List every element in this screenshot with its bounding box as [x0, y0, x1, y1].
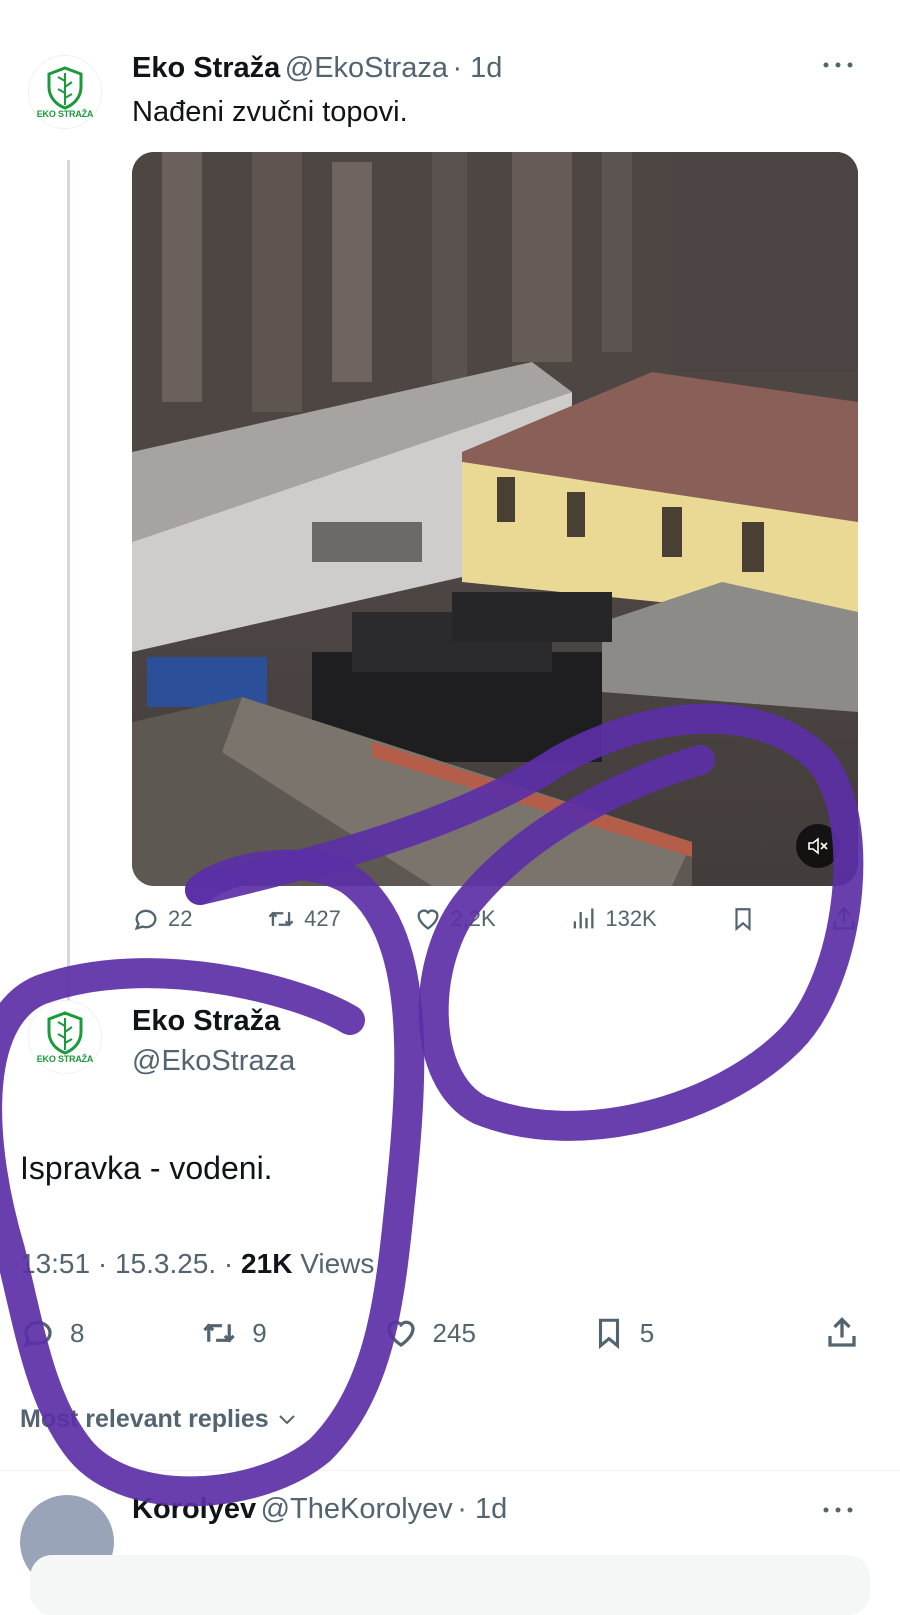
- views-count: 21K: [241, 1248, 293, 1279]
- tweet-timestamp[interactable]: 13:51 · 15.3.25. ·: [20, 1248, 241, 1279]
- reply-icon: [23, 1320, 52, 1348]
- reply-author-name[interactable]: Eko Straža: [132, 1005, 280, 1038]
- avatar[interactable]: EKO STRAŽA: [28, 55, 102, 129]
- logo-text: EKO STRAŽA: [36, 1054, 94, 1064]
- author-name[interactable]: Eko Straža: [132, 52, 280, 84]
- reply-tweet-actions: 8 9 245 5: [20, 1315, 860, 1351]
- heart-icon: [417, 909, 439, 930]
- replies-sort-dropdown[interactable]: Most relevant replies: [20, 1405, 297, 1434]
- bookmark-icon: [598, 1318, 619, 1350]
- reply-count: 8: [70, 1317, 85, 1348]
- video-player[interactable]: [132, 152, 858, 886]
- retweet-icon: [203, 1323, 236, 1343]
- chevron-down-icon: [279, 1414, 295, 1424]
- shield-logo-icon: [47, 66, 83, 110]
- share-icon: [833, 906, 855, 930]
- tweet-header: Eko Straža @EkoStraza · 1d: [132, 52, 502, 85]
- more-dots-icon[interactable]: [822, 58, 854, 77]
- reply-compose-box[interactable]: [30, 1555, 870, 1615]
- bookmark-icon: [735, 908, 751, 932]
- retweet-count: 427: [304, 906, 341, 931]
- reply-author-handle[interactable]: @EkoStraza: [132, 1045, 295, 1078]
- like-count: 245: [432, 1317, 476, 1348]
- divider: [0, 1470, 900, 1471]
- reply-icon: [134, 909, 157, 931]
- retweet-count: 9: [252, 1317, 267, 1348]
- views-button[interactable]: 132K: [569, 905, 657, 933]
- next-reply-handle[interactable]: @TheKorolyev: [261, 1493, 453, 1525]
- like-button[interactable]: 2,2K: [414, 905, 496, 933]
- retweet-icon: [268, 911, 294, 927]
- next-reply-author-name[interactable]: Korolyev: [132, 1493, 256, 1525]
- thread-connector-line: [67, 160, 70, 1005]
- share-icon: [828, 1317, 856, 1347]
- views-count: 132K: [605, 906, 657, 931]
- like-count: 2,2K: [450, 906, 496, 931]
- share-button[interactable]: [830, 905, 858, 933]
- shield-logo-icon: [47, 1011, 83, 1055]
- tweet-actions: 22 427 2,2K 132K: [132, 905, 858, 933]
- reply-tweet-text: Ispravka - vodeni.: [20, 1150, 273, 1186]
- author-handle[interactable]: @EkoStraza: [285, 52, 448, 84]
- next-reply-time[interactable]: · 1d: [457, 1493, 507, 1525]
- video-frame: [132, 152, 858, 886]
- reply-button[interactable]: 22: [132, 905, 192, 933]
- heart-icon: [386, 1320, 415, 1347]
- replies-sort-label: Most relevant replies: [20, 1405, 269, 1433]
- views-bar-chart-icon: [574, 908, 594, 929]
- reply-button[interactable]: 8: [20, 1315, 84, 1351]
- retweet-button[interactable]: 427: [266, 905, 341, 933]
- bookmark-count: 5: [639, 1317, 655, 1348]
- tweet-time[interactable]: · 1d: [452, 52, 502, 84]
- speaker-muted-icon: [808, 837, 828, 855]
- bookmark-button[interactable]: [730, 905, 756, 933]
- like-button[interactable]: 245: [383, 1315, 476, 1351]
- retweet-button[interactable]: 9: [200, 1315, 267, 1351]
- mute-button[interactable]: [796, 824, 840, 868]
- bookmark-button[interactable]: 5: [592, 1315, 654, 1351]
- next-reply-header: Korolyev @TheKorolyev · 1d: [132, 1493, 507, 1526]
- tweet-text: Nađeni zvučni topovi.: [132, 96, 408, 128]
- share-button[interactable]: [770, 1315, 860, 1351]
- logo-text: EKO STRAŽA: [36, 109, 94, 119]
- tweet-meta: 13:51 · 15.3.25. · 21K Views: [20, 1248, 374, 1280]
- more-dots-icon[interactable]: [822, 1503, 854, 1522]
- reply-count: 22: [168, 906, 193, 931]
- views-label: Views: [292, 1248, 375, 1279]
- reply-avatar[interactable]: EKO STRAŽA: [28, 1000, 102, 1074]
